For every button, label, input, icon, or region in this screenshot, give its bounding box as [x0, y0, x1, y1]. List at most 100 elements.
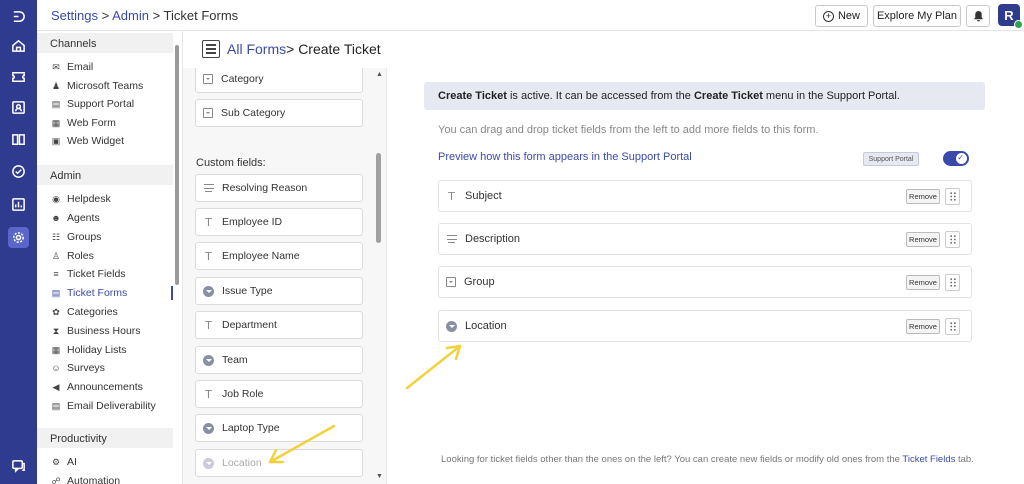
sidebar-item-ticket-fields[interactable]: ≡ Ticket Fields: [51, 266, 173, 282]
form-icon: [202, 40, 220, 58]
sidebar-item-automation[interactable]: ☍ Automation: [51, 473, 173, 484]
palette-scrollbar[interactable]: [376, 153, 381, 243]
bell-icon: [973, 10, 983, 22]
sidebar-item-web-widget[interactable]: ▣ Web Widget: [51, 133, 173, 149]
palette-field-resolving-reason[interactable]: Resolving Reason: [195, 174, 363, 202]
breadcrumb-settings[interactable]: Settings: [51, 8, 98, 23]
knowledge-icon[interactable]: [8, 129, 29, 150]
palette-field-label: Resolving Reason: [222, 182, 308, 194]
preview-link[interactable]: Preview how this form appears in the Sup…: [438, 151, 692, 163]
drag-handle-icon[interactable]: [945, 274, 960, 291]
sidebar-scrollbar[interactable]: [175, 45, 179, 285]
remove-button[interactable]: Remove: [906, 275, 940, 290]
dropdown-icon: [203, 422, 214, 434]
avatar-initial: R: [1004, 7, 1014, 23]
drag-handle-icon[interactable]: [945, 231, 960, 248]
dropdown-icon: [203, 354, 214, 366]
remove-button[interactable]: Remove: [906, 189, 940, 204]
palette-field-issue-type[interactable]: Issue Type: [195, 277, 363, 305]
palette-field-job-role[interactable]: T Job Role: [195, 380, 363, 408]
ai-gear-icon: ⚙: [51, 456, 61, 467]
drag-handle-icon[interactable]: [945, 188, 960, 205]
avatar[interactable]: R: [998, 4, 1023, 29]
explore-plan-button[interactable]: Explore My Plan: [873, 5, 961, 27]
notifications-button[interactable]: [966, 5, 990, 27]
form-active-toggle[interactable]: ✓: [943, 151, 969, 166]
sidebar-item-label: Automation: [67, 475, 121, 484]
form-field-subject[interactable]: T Subject Remove: [438, 180, 972, 212]
sidebar-item-holiday-lists[interactable]: ▦ Holiday Lists: [51, 342, 173, 358]
palette-field-employee-name[interactable]: T Employee Name: [195, 242, 363, 270]
palette-field-label: Job Role: [222, 388, 264, 400]
text-field-icon: T: [205, 215, 212, 229]
palette-field-category[interactable]: Category: [195, 68, 363, 93]
dropdown-icon: [203, 285, 214, 297]
palette-field-label: Location: [222, 457, 262, 469]
drag-handle-icon[interactable]: [945, 318, 960, 335]
palette-field-employee-id[interactable]: T Employee ID: [195, 208, 363, 236]
widget-icon: ▣: [51, 135, 61, 146]
sidebar-item-agents[interactable]: ☻ Agents: [51, 210, 173, 226]
footer-text: Looking for ticket fields other than the…: [441, 454, 903, 465]
scroll-up-icon[interactable]: ▲: [376, 71, 383, 78]
sidebar-section-productivity: Productivity: [37, 428, 173, 448]
sidebar-item-groups[interactable]: ☷ Groups: [51, 229, 173, 245]
sidebar-item-microsoft-teams[interactable]: ♟ Microsoft Teams: [51, 78, 173, 94]
sidebar-item-label: Agents: [67, 212, 100, 224]
all-forms-link[interactable]: All Forms: [227, 41, 286, 57]
tasks-icon[interactable]: [8, 161, 29, 182]
scroll-down-icon[interactable]: ▼: [376, 473, 383, 480]
sidebar-item-email[interactable]: ✉ Email: [51, 59, 173, 75]
form-field-group[interactable]: Group Remove: [438, 266, 972, 298]
form-field-description[interactable]: Description Remove: [438, 223, 972, 255]
sidebar-item-label: Web Widget: [67, 135, 124, 147]
remove-button[interactable]: Remove: [906, 319, 940, 334]
palette-field-laptop-type[interactable]: Laptop Type: [195, 414, 363, 442]
online-status-icon: [1014, 20, 1023, 29]
sidebar-item-email-deliverability[interactable]: ▤ Email Deliverability: [51, 398, 173, 414]
new-button[interactable]: + New: [815, 5, 868, 27]
active-indicator: [171, 286, 173, 300]
categories-icon: ✿: [52, 306, 60, 317]
sidebar-item-support-portal[interactable]: ▤ Support Portal: [51, 96, 173, 112]
remove-button[interactable]: Remove: [906, 232, 940, 247]
sidebar-item-business-hours[interactable]: ⧗ Business Hours: [51, 323, 173, 339]
chat-icon[interactable]: [8, 455, 29, 476]
sidebar-item-label: Holiday Lists: [67, 344, 127, 356]
reports-icon[interactable]: [8, 194, 29, 215]
sidebar-item-announcements[interactable]: ◀ Announcements: [51, 379, 173, 395]
palette-field-department[interactable]: T Department: [195, 311, 363, 339]
sidebar-item-web-form[interactable]: ▦ Web Form: [51, 115, 173, 131]
portal-icon: ▤: [51, 98, 61, 109]
settings-sidebar: Channels ✉ Email ♟ Microsoft Teams ▤ Suppor…: [37, 31, 183, 484]
sidebar-item-helpdesk[interactable]: ◉ Helpdesk: [51, 191, 173, 207]
form-field-location[interactable]: Location Remove: [438, 310, 972, 342]
home-icon[interactable]: [8, 35, 29, 56]
support-portal-badge: Support Portal: [863, 152, 919, 166]
sidebar-item-label: AI: [67, 456, 77, 468]
breadcrumb-current: Ticket Forms: [163, 8, 239, 23]
sidebar-item-categories[interactable]: ✿ Categories: [51, 304, 173, 320]
explore-plan-label: Explore My Plan: [876, 10, 958, 22]
contacts-icon[interactable]: [8, 97, 29, 118]
tickets-icon[interactable]: [8, 66, 29, 87]
calendar-icon: ▦: [51, 344, 61, 355]
settings-icon[interactable]: [8, 227, 29, 248]
groups-icon: ☷: [51, 231, 61, 242]
lifebuoy-icon: ◉: [52, 193, 60, 204]
sidebar-item-roles[interactable]: ♙ Roles: [51, 248, 173, 264]
logo-icon[interactable]: [8, 6, 29, 27]
palette-field-team[interactable]: Team: [195, 346, 363, 374]
ticket-fields-link[interactable]: Ticket Fields: [902, 454, 955, 465]
sidebar-item-ai[interactable]: ⚙ AI: [51, 454, 173, 470]
sidebar-item-surveys[interactable]: ☺ Surveys: [51, 360, 173, 376]
ticket-fields-icon: ≡: [53, 269, 59, 279]
breadcrumb-admin[interactable]: Admin: [112, 8, 149, 23]
form-canvas: Create Ticket is active. It can be acces…: [388, 68, 1024, 484]
palette-field-location[interactable]: Location: [195, 449, 363, 477]
sidebar-section-channels: Channels: [37, 33, 173, 53]
agent-icon: ☻: [51, 213, 61, 223]
palette-field-sub-category[interactable]: Sub Category: [195, 99, 363, 127]
text-field-icon: T: [205, 387, 212, 401]
sidebar-item-ticket-forms[interactable]: ▤ Ticket Forms: [51, 285, 173, 301]
